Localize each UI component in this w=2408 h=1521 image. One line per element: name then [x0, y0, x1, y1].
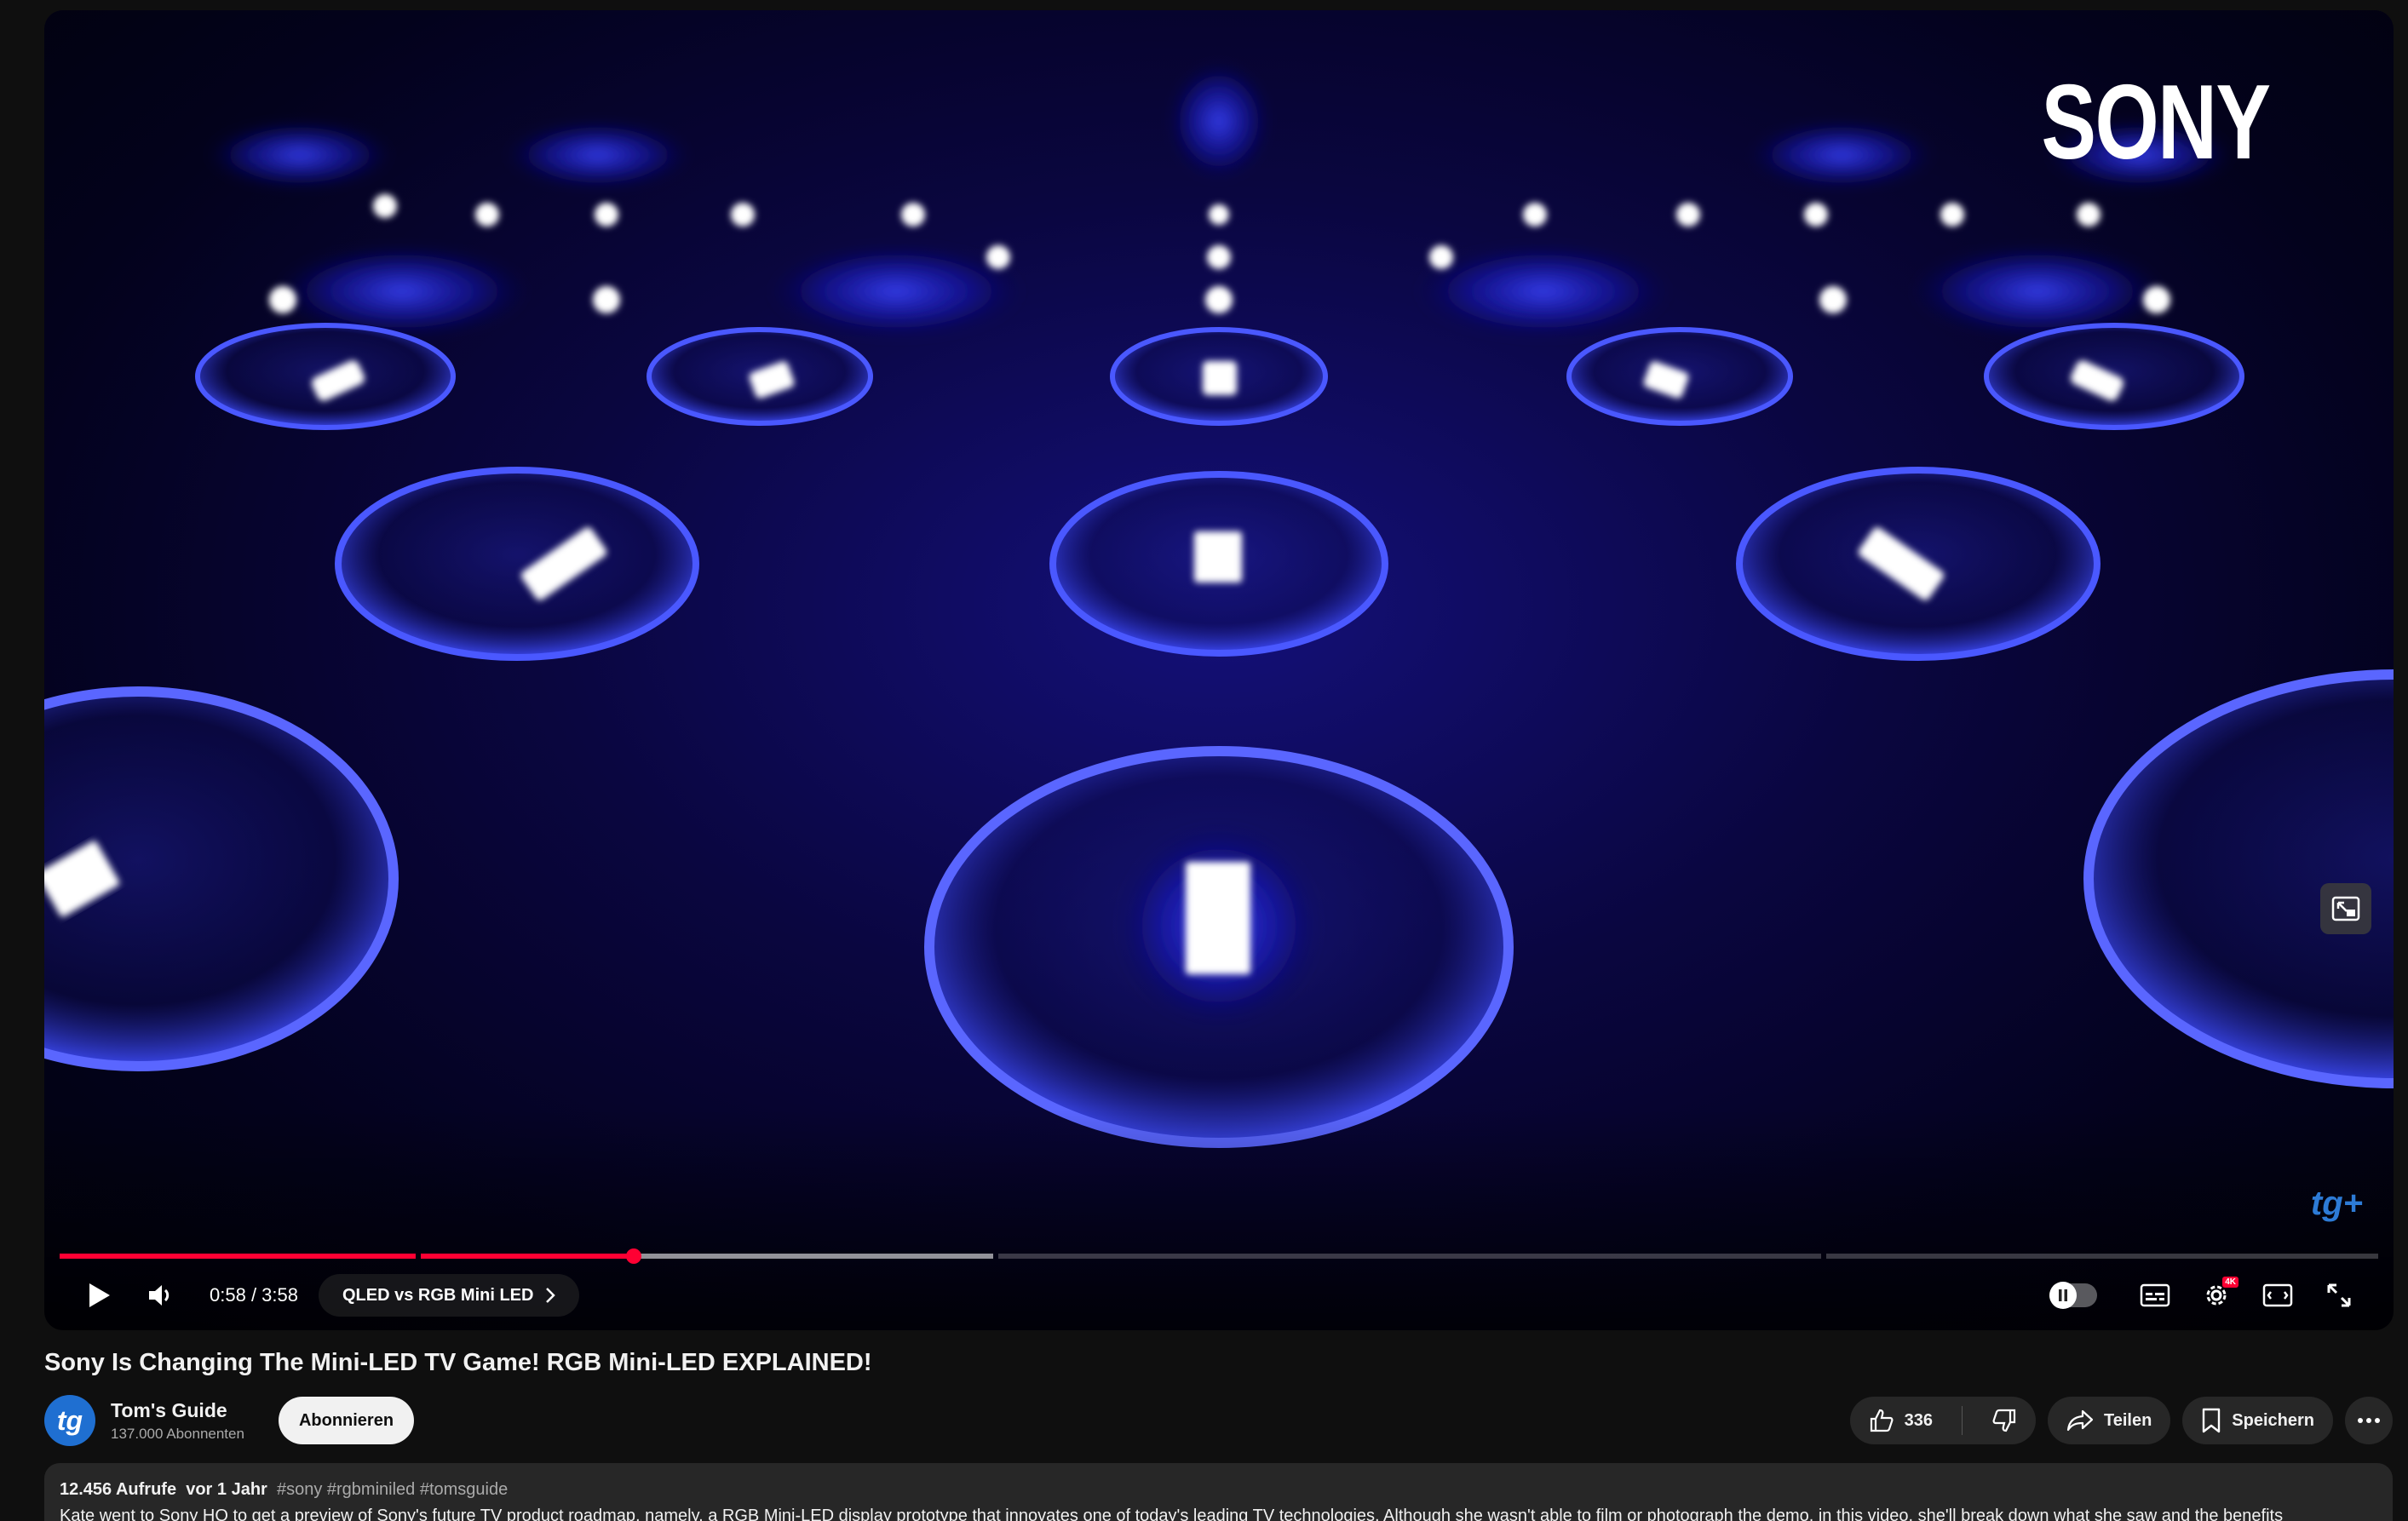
miniplayer-icon — [2331, 896, 2360, 921]
chapter-segment — [60, 1254, 416, 1259]
like-button[interactable]: 336 — [1850, 1397, 1951, 1444]
description-text: Kate went to Sony HQ to get a preview of… — [60, 1507, 2284, 1521]
chapter-segment — [998, 1254, 1821, 1259]
progress-bar[interactable] — [60, 1248, 2378, 1264]
like-dislike-group: 336 — [1849, 1397, 2036, 1444]
description-box[interactable]: 12.456 Aufrufe vor 1 Jahr #sony #rgbmini… — [44, 1463, 2393, 1521]
channel-name[interactable]: Tom's Guide — [111, 1399, 244, 1422]
bookmark-icon — [2203, 1408, 2221, 1433]
autoplay-toggle-button[interactable] — [2043, 1265, 2124, 1326]
owner-row: tg Tom's Guide 137.000 Abonnenten Abonni… — [44, 1393, 2393, 1448]
video-title: Sony Is Changing The Mini-LED TV Game! R… — [44, 1349, 872, 1376]
dislike-button[interactable] — [1973, 1397, 2036, 1444]
mute-button[interactable] — [129, 1265, 191, 1326]
more-horizontal-icon — [2358, 1418, 2380, 1423]
theater-icon — [2262, 1283, 2293, 1307]
subscribe-button[interactable]: Abonnieren — [278, 1397, 415, 1444]
subtitles-button[interactable] — [2124, 1265, 2186, 1326]
chapter-button[interactable]: QLED vs RGB Mini LED — [319, 1274, 580, 1317]
fullscreen-button[interactable] — [2308, 1265, 2370, 1326]
save-label: Speichern — [2232, 1410, 2314, 1430]
autoplay-toggle[interactable] — [2049, 1282, 2097, 1309]
player-controls: 0:58 / 3:58 QLED vs RGB Mini LED 4K — [44, 1260, 2394, 1330]
view-count: 12.456 Aufrufe — [60, 1480, 177, 1499]
share-icon — [2066, 1409, 2094, 1432]
right-controls: 4K — [2043, 1265, 2370, 1326]
save-button[interactable]: Speichern — [2182, 1397, 2333, 1444]
thumbs-down-icon — [1992, 1409, 2016, 1432]
sony-logo: SONY — [2041, 64, 2270, 181]
subscriber-count: 137.000 Abonnenten — [111, 1425, 244, 1442]
upload-age: vor 1 Jahr — [186, 1480, 267, 1499]
pause-icon — [2059, 1289, 2067, 1301]
description-meta: 12.456 Aufrufe vor 1 Jahr #sony #rgbmini… — [60, 1480, 2377, 1500]
channel-avatar[interactable]: tg — [44, 1395, 95, 1446]
theater-mode-button[interactable] — [2247, 1265, 2308, 1326]
miniplayer-button[interactable] — [2320, 883, 2371, 934]
duration: 3:58 — [261, 1284, 298, 1306]
chapter-title: QLED vs RGB Mini LED — [342, 1285, 534, 1305]
quality-badge: 4K — [2222, 1277, 2238, 1288]
like-count: 336 — [1904, 1410, 1933, 1430]
hashtags[interactable]: #sony #rgbminiled #tomsguide — [277, 1480, 508, 1499]
action-buttons: 336 Teilen Speichern — [1849, 1397, 2393, 1444]
channel-watermark[interactable]: tg+ — [2311, 1185, 2363, 1223]
chapter-segment — [1826, 1254, 2378, 1259]
fullscreen-icon — [2327, 1283, 2351, 1307]
channel-meta: Tom's Guide 137.000 Abonnenten — [111, 1399, 244, 1443]
subtitles-icon — [2140, 1283, 2170, 1307]
play-icon — [89, 1283, 110, 1307]
share-button[interactable]: Teilen — [2047, 1397, 2171, 1444]
settings-button[interactable]: 4K — [2186, 1265, 2247, 1326]
volume-icon — [149, 1285, 170, 1306]
share-label: Teilen — [2103, 1410, 2152, 1430]
video-player[interactable]: SONY tg+ 0:58 / 3:58 QLED vs RGB Mini LE… — [44, 10, 2394, 1330]
chevron-right-icon — [546, 1288, 556, 1303]
more-actions-button[interactable] — [2345, 1397, 2393, 1444]
watch-page: SONY tg+ 0:58 / 3:58 QLED vs RGB Mini LE… — [0, 0, 2408, 1521]
time-display: 0:58 / 3:58 — [210, 1284, 298, 1306]
like-divider — [1961, 1406, 1963, 1435]
thumbs-up-icon — [1870, 1409, 1894, 1432]
current-time: 0:58 — [210, 1284, 246, 1306]
chapter-segment — [421, 1254, 993, 1259]
play-button[interactable] — [68, 1265, 129, 1326]
